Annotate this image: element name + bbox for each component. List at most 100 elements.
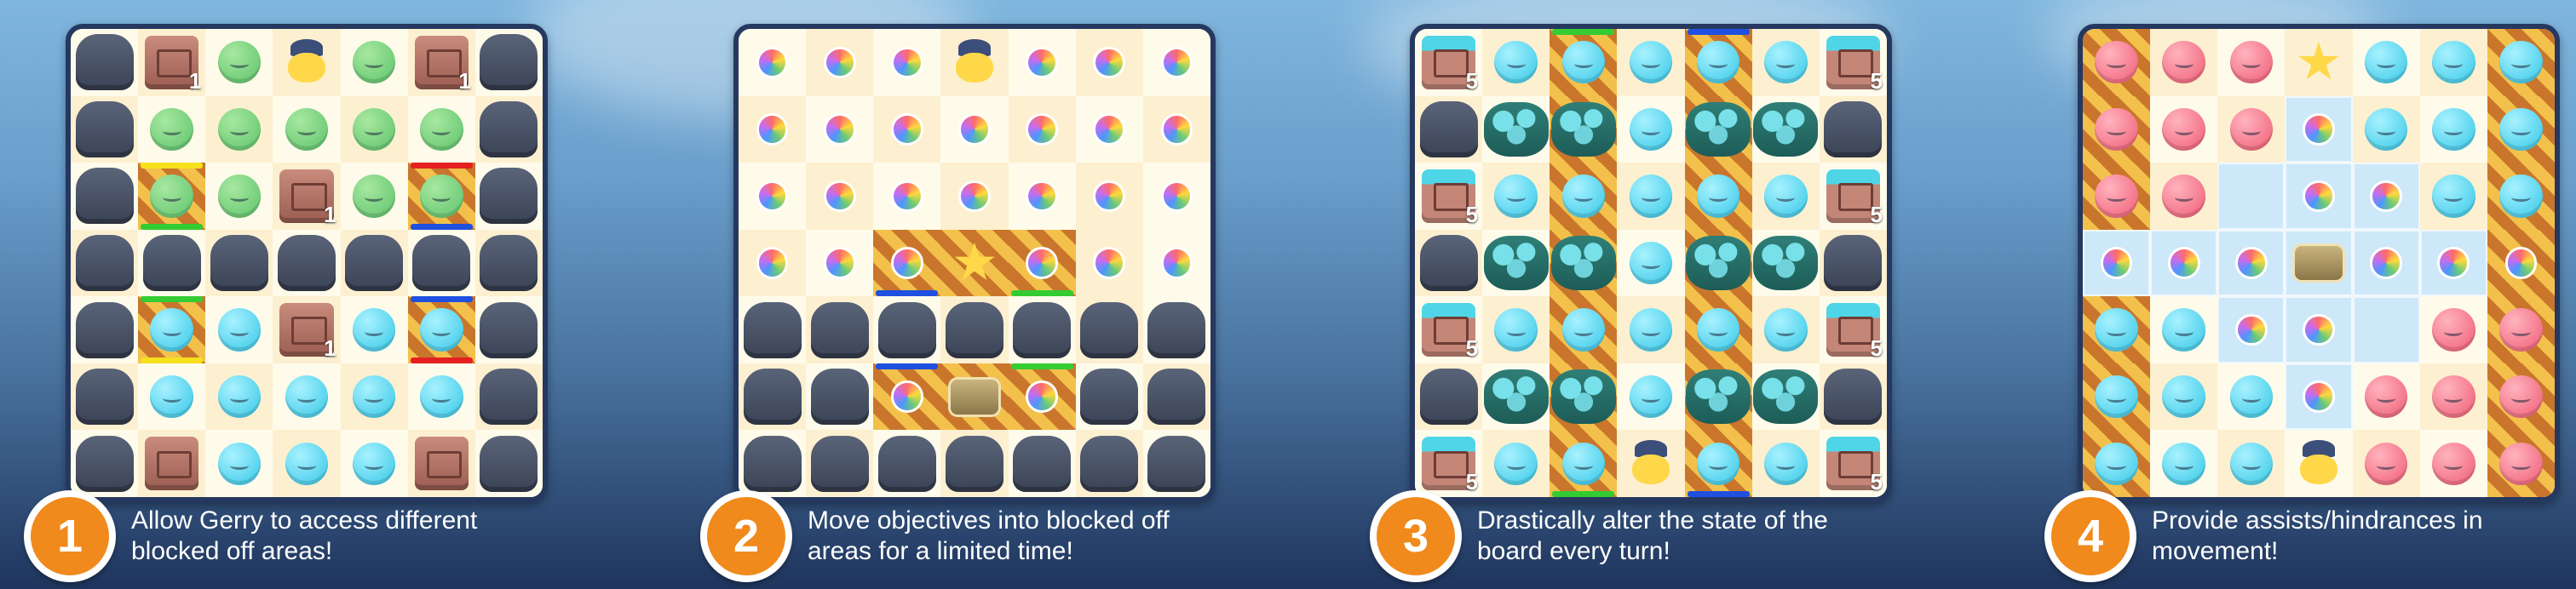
board-cell[interactable] [2150,29,2218,96]
gate-cell[interactable] [2487,430,2555,497]
board-cell[interactable] [940,163,1009,230]
board-cell[interactable] [138,95,206,163]
board-cell[interactable] [2419,29,2487,96]
board-cell[interactable] [1819,229,1887,297]
gate-cell[interactable] [1684,296,1752,363]
board-cell[interactable] [1751,229,1820,297]
gate-cell[interactable] [2083,430,2151,497]
board-cell[interactable] [806,29,874,96]
board-cell[interactable] [205,29,273,96]
board-cell[interactable] [1617,296,1685,363]
gate-cell[interactable] [138,296,206,363]
board-cell[interactable] [340,296,408,363]
board-cell[interactable] [2150,430,2218,497]
gate-cell[interactable] [2487,296,2555,363]
board-cell[interactable] [1482,163,1550,230]
board-cell[interactable]: 1 [407,29,475,96]
board-cell[interactable] [873,29,941,96]
board-cell[interactable] [1617,163,1685,230]
board-cell[interactable]: 5 [1415,430,1483,497]
board-cell[interactable] [2150,363,2218,431]
gate-cell[interactable] [1008,229,1076,297]
board-cell[interactable] [1617,363,1685,431]
board-cell[interactable] [1008,29,1076,96]
gate-cell[interactable] [2487,363,2555,431]
board-cell[interactable] [340,29,408,96]
board-cell[interactable] [1075,363,1143,431]
ice-cell[interactable] [2217,229,2286,297]
board-cell[interactable] [1751,430,1820,497]
gate-cell[interactable] [1550,430,1618,497]
board-cell[interactable] [1751,363,1820,431]
gate-cell[interactable] [1550,229,1618,297]
board-cell[interactable] [138,430,206,497]
board-cell[interactable] [806,95,874,163]
board-cell[interactable] [2419,163,2487,230]
board-cell[interactable] [1482,95,1550,163]
board-cell[interactable] [739,363,807,431]
ice-cell[interactable] [2419,229,2487,297]
board-cell[interactable] [1482,363,1550,431]
board-cell[interactable] [340,229,408,297]
board-cell[interactable] [71,163,139,230]
board-cell[interactable]: 1 [273,163,341,230]
board-cell[interactable] [2419,430,2487,497]
board-cell[interactable] [1751,29,1820,96]
board-cell[interactable] [71,296,139,363]
ice-cell[interactable] [2285,163,2353,230]
board-cell[interactable] [2217,363,2286,431]
board-cell[interactable] [2419,95,2487,163]
board-cell[interactable] [205,430,273,497]
gate-cell[interactable] [2083,296,2151,363]
board-cell[interactable] [71,430,139,497]
board-cell[interactable] [806,296,874,363]
board-cell[interactable] [2419,296,2487,363]
board-cell[interactable] [1751,296,1820,363]
board-cell[interactable] [873,430,941,497]
board-cell[interactable] [1142,296,1210,363]
board-cell[interactable] [407,229,475,297]
board-cell[interactable] [205,296,273,363]
gate-cell[interactable] [1684,430,1752,497]
board-cell[interactable] [739,229,807,297]
board-cell[interactable] [205,229,273,297]
board-cell[interactable]: 5 [1415,296,1483,363]
board-cell[interactable] [2352,430,2420,497]
board-cell[interactable] [1142,95,1210,163]
gate-cell[interactable] [2083,95,2151,163]
board-cell[interactable] [474,363,543,431]
board-cell[interactable] [940,430,1009,497]
board-cell[interactable] [1617,95,1685,163]
board-cell[interactable] [273,95,341,163]
board-cell[interactable] [873,296,941,363]
board-cell[interactable] [739,29,807,96]
board-cell[interactable] [1008,430,1076,497]
board-cell[interactable] [739,95,807,163]
gate-cell[interactable] [940,229,1009,297]
board-cell[interactable] [474,229,543,297]
board-cell[interactable] [1819,95,1887,163]
board-cell[interactable] [71,95,139,163]
board-cell[interactable] [873,95,941,163]
board-cell[interactable] [273,363,341,431]
gate-cell[interactable] [407,163,475,230]
board-cell[interactable] [2419,363,2487,431]
ice-cell[interactable] [2352,296,2420,363]
board-cell[interactable] [1008,296,1076,363]
board-cell[interactable] [138,363,206,431]
board-cell[interactable] [2150,163,2218,230]
gate-cell[interactable] [2487,163,2555,230]
board-cell[interactable] [1075,29,1143,96]
board-cell[interactable] [474,430,543,497]
gate-cell[interactable] [873,363,941,431]
gate-cell[interactable] [1008,363,1076,431]
board-cell[interactable] [1075,229,1143,297]
board-cell[interactable] [1142,229,1210,297]
ice-cell[interactable] [2285,296,2353,363]
board-cell[interactable]: 5 [1415,29,1483,96]
gate-cell[interactable] [1550,95,1618,163]
ice-cell[interactable] [2352,229,2420,297]
board-cell[interactable] [205,163,273,230]
board-cell[interactable] [739,430,807,497]
board-cell[interactable]: 5 [1819,296,1887,363]
